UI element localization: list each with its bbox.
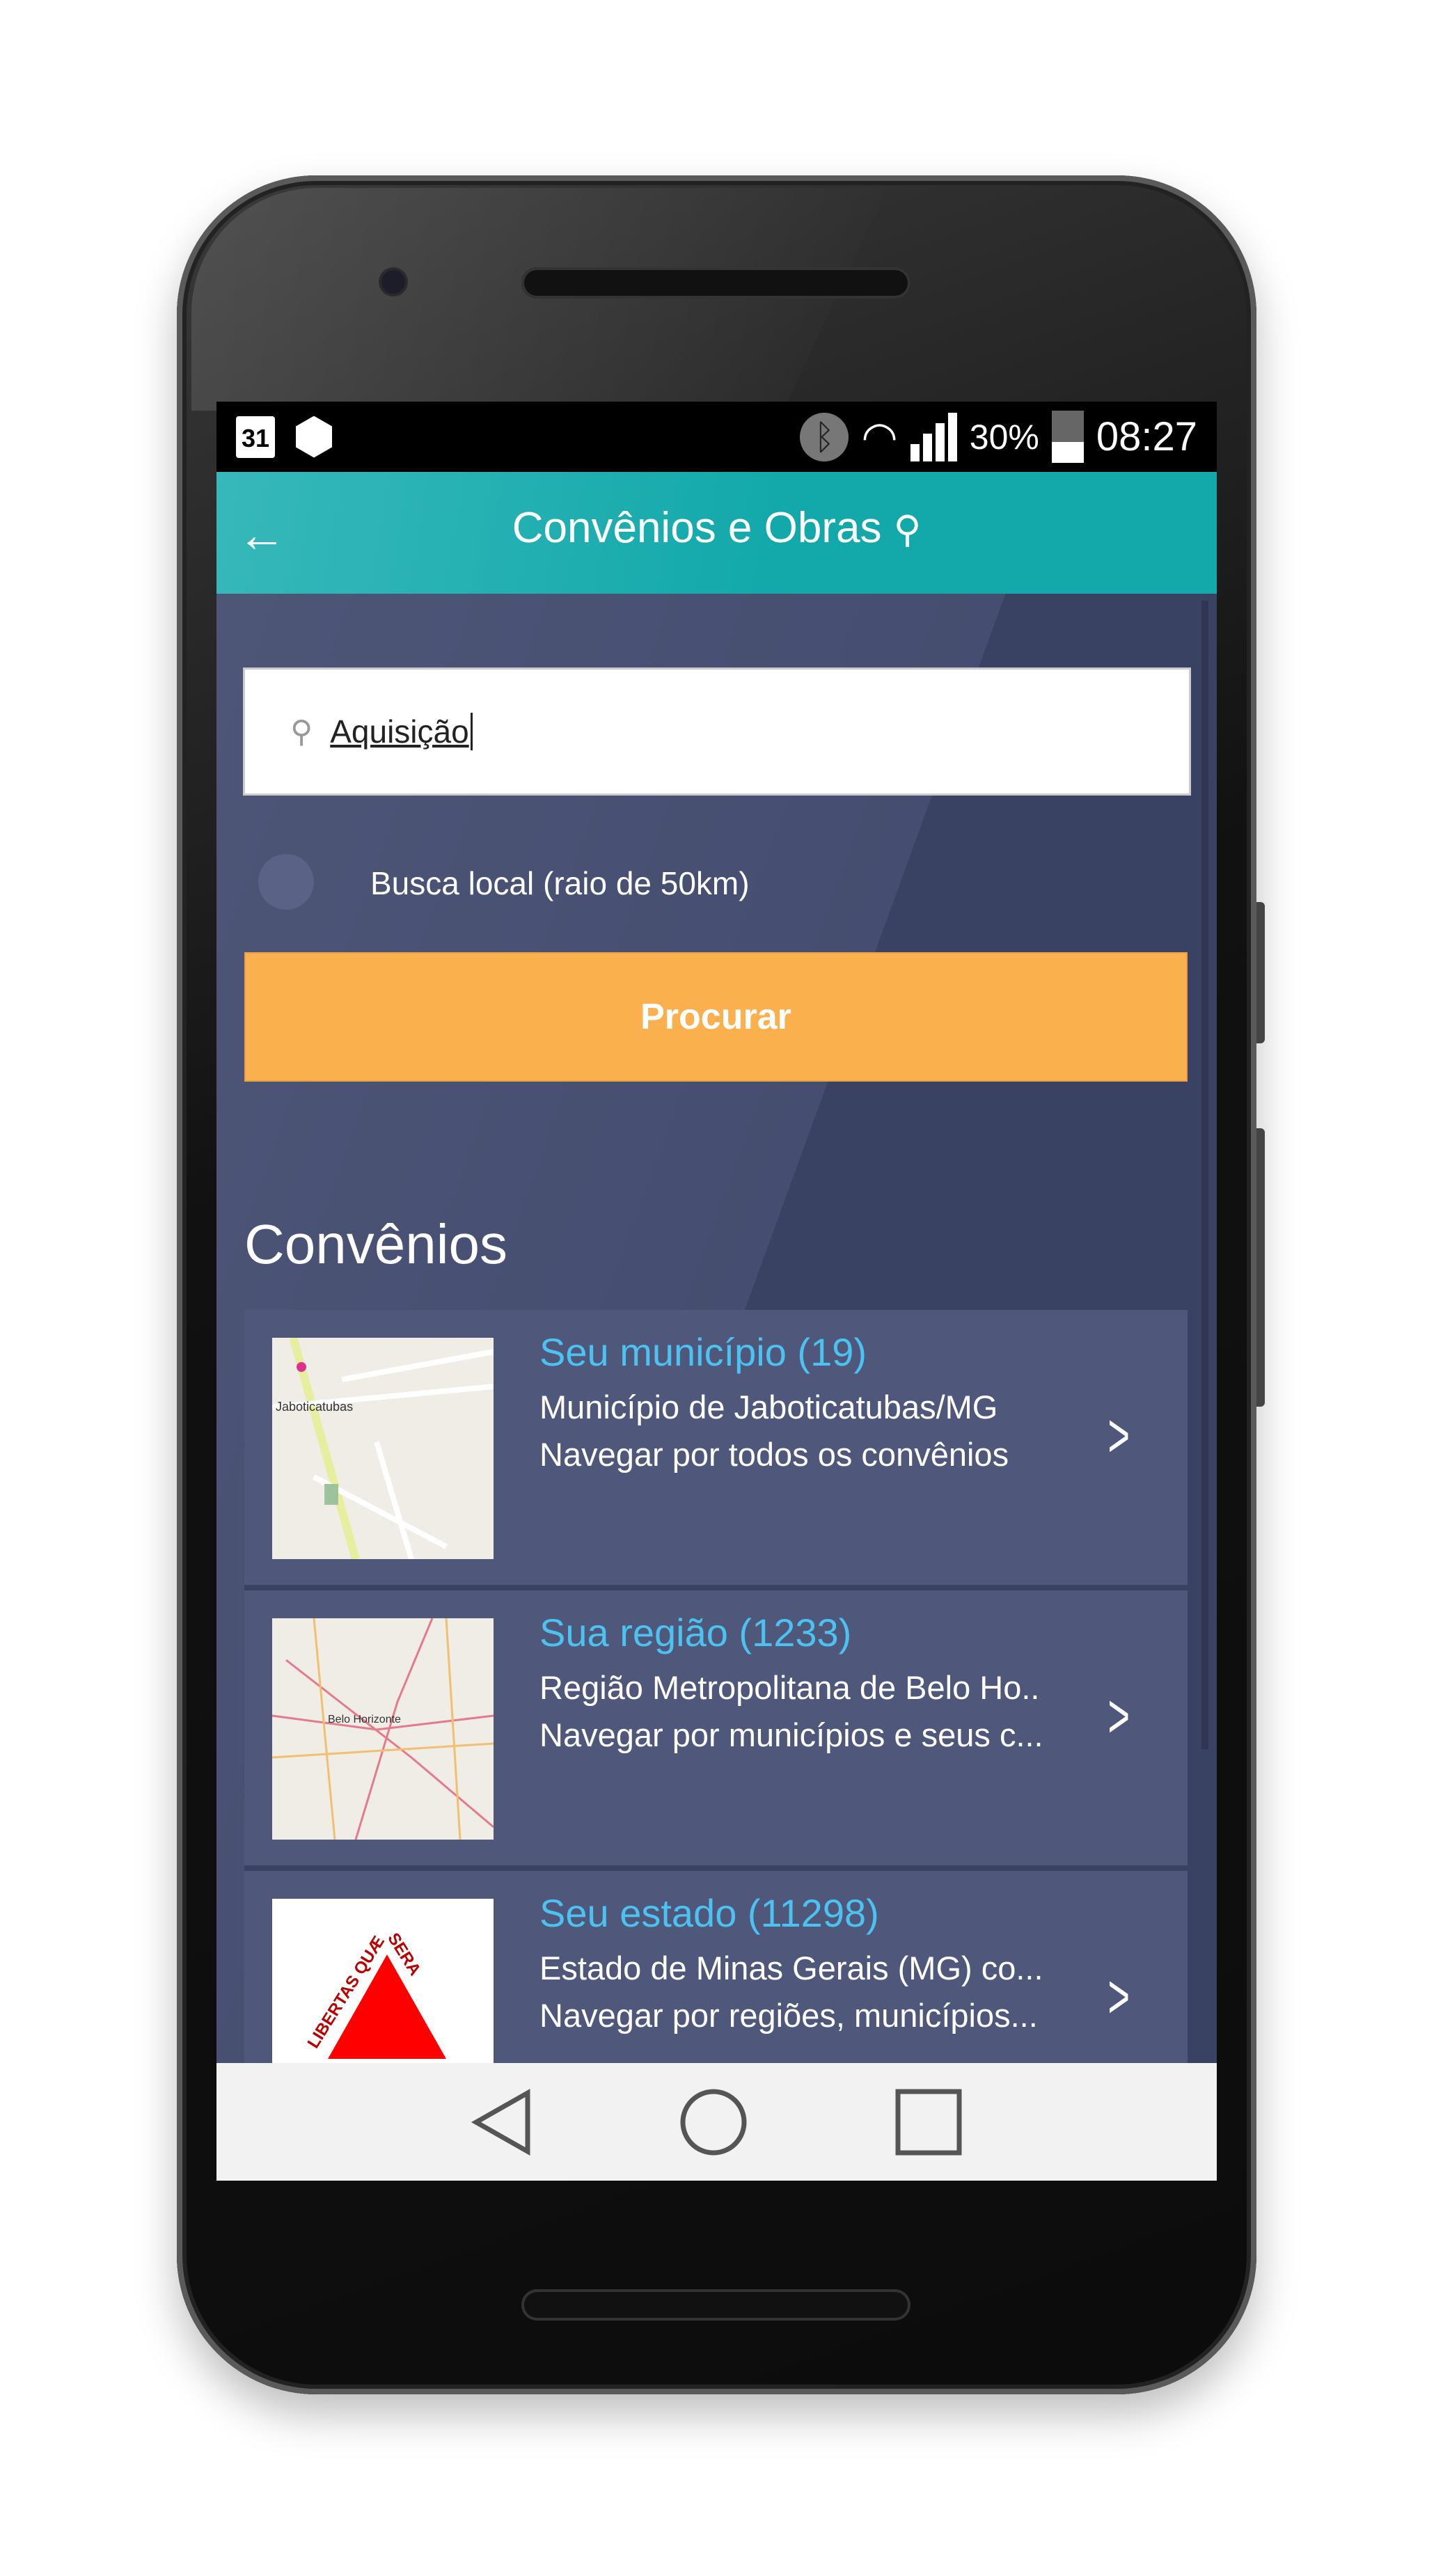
clock: 08:27 (1096, 414, 1197, 459)
chevron-right-icon: > (1107, 1962, 1130, 2032)
page-title: Convênios e Obras (512, 504, 882, 552)
search-input[interactable]: ⚲ Aquisição (243, 667, 1191, 796)
item-subtitle: Estado de Minas Gerais (MG) co... (539, 1950, 1043, 1986)
bottom-speaker (521, 2289, 910, 2321)
content: ⚲ Aquisição Busca local (raio de 50km) P… (216, 594, 1217, 2181)
list-item-regiao[interactable]: Belo Horizonte Sua região (1233) Região … (244, 1590, 1188, 1871)
map-label: Jaboticatubas (276, 1400, 353, 1414)
chevron-right-icon: > (1107, 1682, 1130, 1751)
signal-icon (910, 412, 957, 461)
power-button[interactable] (1256, 902, 1265, 1043)
nav-home-icon[interactable] (679, 2087, 748, 2157)
map-label: Belo Horizonte (328, 1714, 401, 1725)
item-description: Navegar por todos os convênios (539, 1436, 1009, 1473)
app-bar: ← Convênios e Obras ⚲ (216, 472, 1217, 594)
municipality-map-thumbnail: Jaboticatubas (272, 1338, 494, 1559)
navigation-bar (216, 2063, 1217, 2181)
item-title: Sua região (1233) (539, 1611, 852, 1654)
item-description: Navegar por municípios e seus c... (539, 1716, 1043, 1753)
top-speaker (521, 267, 910, 299)
wifi-icon: ◠ (861, 413, 898, 460)
local-search-label: Busca local (raio de 50km) (370, 865, 750, 901)
nav-recents-icon[interactable] (894, 2087, 963, 2157)
scrollbar[interactable] (1201, 601, 1208, 1749)
glass-reflection (191, 188, 888, 411)
region-map-thumbnail: Belo Horizonte (272, 1618, 494, 1840)
front-camera (381, 270, 405, 294)
item-title: Seu estado (11298) (539, 1891, 879, 1935)
convenios-list: Jaboticatubas Seu município (19) Municíp… (244, 1310, 1188, 2151)
screen: 31 ᛒ ◠ 30% 08:27 ← Convênios e Obras ⚲ ⚲… (216, 402, 1217, 2181)
battery-icon (1051, 411, 1084, 463)
search-icon[interactable]: ⚲ (894, 509, 922, 551)
battery-percent: 30% (969, 417, 1039, 457)
search-button[interactable]: Procurar (244, 952, 1188, 1082)
nav-back-icon[interactable] (471, 2087, 533, 2157)
section-title: Convênios (244, 1213, 508, 1275)
item-title: Seu município (19) (539, 1330, 867, 1374)
list-item-municipio[interactable]: Jaboticatubas Seu município (19) Municíp… (244, 1310, 1188, 1590)
calendar-icon: 31 (236, 416, 275, 458)
search-icon: ⚲ (290, 714, 313, 749)
search-value: Aquisição (330, 713, 473, 750)
bluetooth-icon: ᛒ (800, 412, 849, 461)
local-search-radio[interactable] (258, 854, 314, 910)
status-bar: 31 ᛒ ◠ 30% 08:27 (216, 402, 1217, 472)
app-notification-icon (296, 416, 332, 458)
volume-button[interactable] (1256, 1128, 1265, 1407)
item-subtitle: Região Metropolitana de Belo Ho.. (539, 1669, 1040, 1706)
item-subtitle: Município de Jaboticatubas/MG (539, 1389, 998, 1425)
chevron-right-icon: > (1107, 1401, 1130, 1471)
item-description: Navegar por regiões, municípios... (539, 1997, 1038, 2034)
